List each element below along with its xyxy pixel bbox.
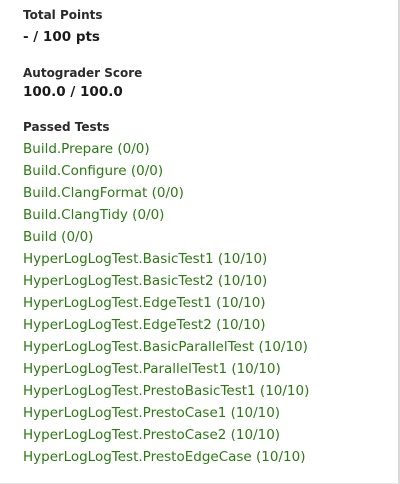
passed-test-item: HyperLogLogTest.BasicParallelTest (10/10…: [23, 339, 308, 355]
passed-test-item: HyperLogLogTest.EdgeTest2 (10/10): [23, 317, 266, 333]
total-points-value: - / 100 pts: [23, 29, 100, 45]
total-points-label: Total Points: [23, 8, 103, 22]
passed-tests-label: Passed Tests: [23, 120, 110, 134]
passed-test-item: Build.Prepare (0/0): [23, 141, 150, 157]
passed-test-item: HyperLogLogTest.PrestoCase1 (10/10): [23, 405, 281, 421]
passed-test-item: HyperLogLogTest.BasicTest2 (10/10): [23, 273, 268, 289]
autograder-score-value: 100.0 / 100.0: [23, 84, 123, 100]
autograder-score-label: Autograder Score: [23, 66, 143, 80]
passed-tests-list: Build.Prepare (0/0) Build.Configure (0/0…: [23, 138, 309, 468]
passed-test-item: Build.ClangTidy (0/0): [23, 207, 165, 223]
passed-test-item: Build.ClangFormat (0/0): [23, 185, 184, 201]
passed-test-item: HyperLogLogTest.BasicTest1 (10/10): [23, 251, 268, 267]
passed-test-item: HyperLogLogTest.PrestoCase2 (10/10): [23, 427, 281, 443]
passed-test-item: HyperLogLogTest.PrestoBasicTest1 (10/10): [23, 383, 310, 399]
passed-test-item: HyperLogLogTest.EdgeTest1 (10/10): [23, 295, 266, 311]
passed-test-item: Build.Configure (0/0): [23, 163, 164, 179]
passed-test-item: HyperLogLogTest.ParallelTest1 (10/10): [23, 361, 281, 377]
passed-test-item: Build (0/0): [23, 229, 94, 245]
passed-test-item: HyperLogLogTest.PrestoEdgeCase (10/10): [23, 449, 306, 465]
